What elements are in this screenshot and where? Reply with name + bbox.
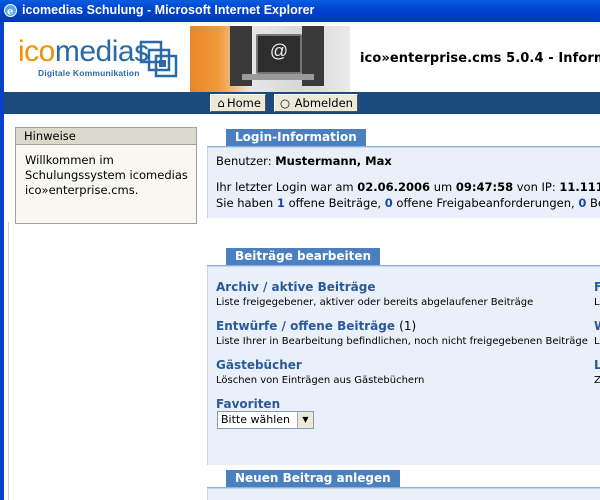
open-posts-count[interactable]: 1: [277, 196, 285, 210]
laptop-at-icon: @: [256, 34, 302, 74]
ip-label: von IP:: [516, 180, 556, 194]
edit-posts-panel: Archiv / aktive Beiträge Liste freigegeb…: [207, 266, 600, 465]
page-title: ico»enterprise.cms 5.0.4 - Information: [360, 51, 600, 66]
home-button[interactable]: ⌂ Home: [210, 94, 266, 112]
right-column-link[interactable]: W: [594, 319, 600, 333]
last-login-line: Ihr letzter Login war am 02.06.2006 um 0…: [216, 180, 600, 194]
edit-section-title: Beiträge bearbeiten: [226, 248, 381, 265]
open-posts-text: offene Beiträge,: [288, 196, 382, 210]
hint-line: Schulungssystem icomedias: [25, 168, 188, 182]
guestbooks-link[interactable]: Gästebücher: [216, 358, 302, 372]
approval-text: offene Freigabeanforderungen,: [396, 196, 575, 210]
other-text: Beitr: [590, 196, 600, 210]
open-items-text: Sie haben: [216, 196, 274, 210]
nav-bar: ⌂ Home ○ Abmelden: [4, 92, 600, 114]
user-label: Benutzer:: [216, 154, 272, 168]
svg-text:e: e: [7, 7, 13, 18]
dropdown-arrow-icon[interactable]: ▼: [297, 412, 313, 428]
header-photo: @: [190, 26, 350, 92]
favorites-select[interactable]: Bitte wählen ▼: [217, 411, 314, 429]
right-column-link[interactable]: L: [594, 358, 600, 372]
favorites-label: Favoriten: [216, 397, 281, 411]
logo-squares-icon: [139, 40, 178, 78]
logout-button[interactable]: ○ Abmelden: [274, 94, 358, 112]
drafts-desc: Liste Ihrer in Bearbeitung befindlichen,…: [216, 336, 588, 347]
user-name: Mustermann, Max: [275, 154, 392, 168]
new-post-section-title: Neuen Beitrag anlegen: [226, 470, 400, 487]
home-button-label: Home: [227, 96, 261, 110]
drafts-link[interactable]: Entwürfe / offene Beiträge (1): [216, 319, 416, 333]
guestbooks-link-label: Gästebücher: [216, 358, 302, 372]
last-login-text: Ihr letzter Login war am: [216, 180, 354, 194]
sidebar-divider: [8, 222, 9, 500]
drafts-link-label: Entwürfe / offene Beiträge: [216, 319, 395, 333]
right-column-link[interactable]: F: [594, 280, 600, 294]
right-column-desc: Z: [594, 375, 600, 386]
internet-explorer-icon: e: [4, 4, 17, 18]
right-column-desc: L: [594, 336, 600, 347]
login-info-panel: Benutzer: Mustermann, Max Ihr letzter Lo…: [207, 147, 600, 218]
open-items-line: Sie haben 1 offene Beiträge, 0 offene Fr…: [216, 196, 600, 210]
approval-count[interactable]: 0: [385, 196, 393, 210]
archive-link[interactable]: Archiv / aktive Beiträge: [216, 280, 375, 294]
logo-ico-text: ico: [18, 35, 55, 68]
favorites-select-value: Bitte wählen: [221, 413, 290, 426]
site-header: icomedias Digitale Kommunikation @ ico»e…: [4, 22, 600, 92]
hint-body: Willkommen im Schulungssystem icomedias …: [16, 145, 196, 223]
logout-button-label: Abmelden: [294, 96, 353, 110]
icomedias-logo[interactable]: icomedias Digitale Kommunikation: [18, 35, 149, 79]
new-post-panel: [207, 488, 600, 500]
login-section-title: Login-Information: [226, 129, 366, 146]
hint-line: Willkommen im: [25, 153, 114, 167]
logo-medias-text: medias: [54, 35, 149, 68]
window-titlebar: e icomedias Schulung - Microsoft Interne…: [0, 0, 600, 22]
window-title: icomedias Schulung - Microsoft Internet …: [22, 3, 315, 17]
last-login-ip: 11.111.: [559, 180, 600, 194]
last-login-date: 02.06.2006: [357, 180, 431, 194]
guestbooks-desc: Löschen von Einträgen aus Gästebüchern: [216, 375, 425, 386]
hint-line: ico»enterprise.cms.: [25, 183, 139, 197]
hint-title: Hinweise: [16, 128, 196, 145]
circle-icon: ○: [279, 96, 291, 110]
last-login-time: 09:47:58: [455, 180, 514, 194]
browser-content: icomedias Digitale Kommunikation @ ico»e…: [4, 22, 600, 500]
right-column-desc: L: [594, 297, 600, 308]
user-line: Benutzer: Mustermann, Max: [216, 154, 392, 168]
archive-link-label: Archiv / aktive Beiträge: [216, 280, 376, 294]
house-icon: ⌂: [217, 96, 225, 110]
last-login-at: um: [433, 180, 453, 194]
hint-panel: Hinweise Willkommen im Schulungssystem i…: [15, 127, 197, 224]
drafts-count: (1): [399, 319, 417, 333]
archive-desc: Liste freigegebener, aktiver oder bereit…: [216, 297, 534, 308]
logo-tagline: Digitale Kommunikation: [38, 68, 140, 78]
other-count[interactable]: 0: [578, 196, 586, 210]
